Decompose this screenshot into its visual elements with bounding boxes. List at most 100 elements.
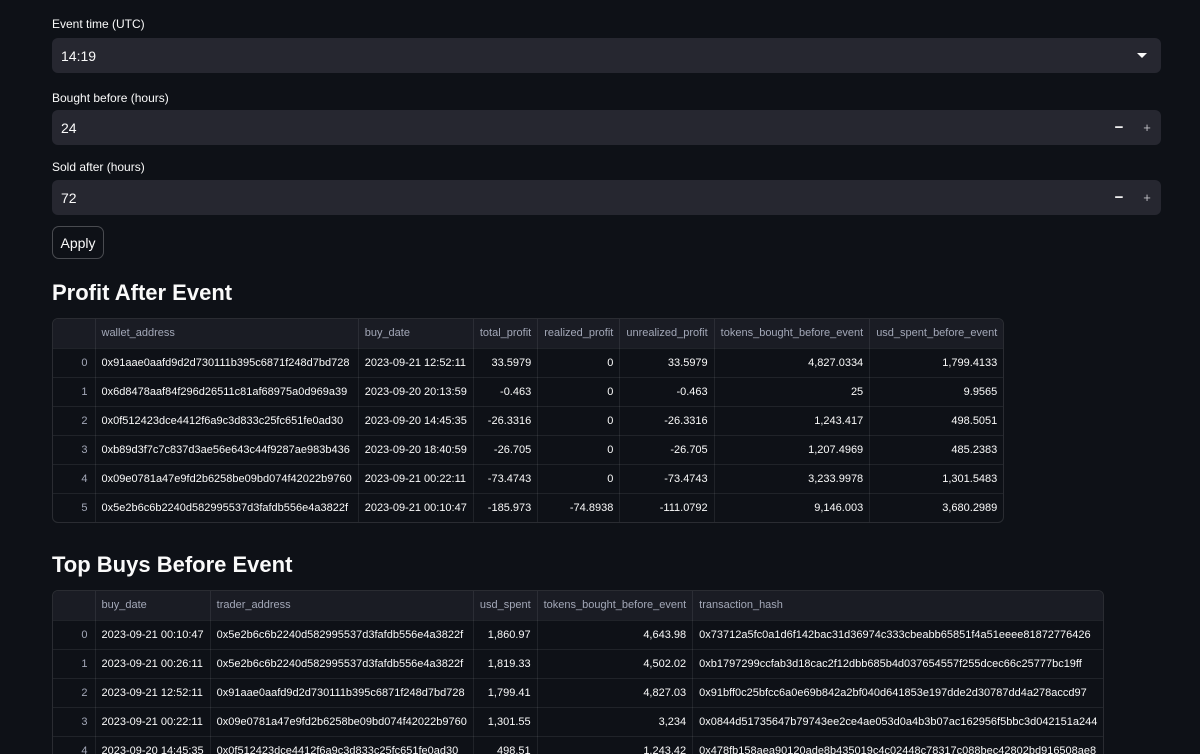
table-cell[interactable]: 1,799.4133 <box>869 348 1004 378</box>
table-row[interactable]: 3 0xb89d3f7c7c837d3ae56e643c44f9287ae983b… <box>53 435 1004 465</box>
table-cell[interactable]: 2023-09-21 00:10:47 <box>95 620 211 650</box>
decrement-button[interactable]: − <box>1105 180 1133 215</box>
table-cell[interactable]: 0x91bff0c25bfcc6a0e69b842a2bf040d641853e… <box>692 678 1104 708</box>
row-index[interactable]: 3 <box>53 707 96 737</box>
column-header[interactable]: tokens_bought_before_event <box>714 319 871 349</box>
table-cell[interactable]: 2023-09-21 00:22:11 <box>358 464 474 494</box>
table-cell[interactable]: 4,827.0334 <box>714 348 871 378</box>
table-cell[interactable]: 3,233.9978 <box>714 464 871 494</box>
column-header[interactable]: tokens_bought_before_event <box>537 591 694 621</box>
index-header[interactable] <box>53 319 96 349</box>
column-header[interactable]: trader_address <box>210 591 474 621</box>
table-cell[interactable]: 25 <box>714 377 871 407</box>
column-header[interactable]: buy_date <box>95 591 211 621</box>
column-header[interactable]: transaction_hash <box>692 591 1104 621</box>
table-cell[interactable]: 0x91aae0aafd9d2d730111b395c6871f248d7bd7… <box>210 678 474 708</box>
table-cell[interactable]: 9,146.003 <box>714 493 871 522</box>
chevron-down-icon[interactable] <box>1137 53 1147 58</box>
table-cell[interactable]: 0x09e0781a47e9fd2b6258be09bd074f42022b97… <box>210 707 474 737</box>
table-cell[interactable]: 3,234 <box>537 707 694 737</box>
table-cell[interactable]: 0x6d8478aaf84f296d26511c81af68975a0d969a… <box>95 377 359 407</box>
table-cell[interactable]: 2023-09-20 14:45:35 <box>95 736 211 754</box>
table-cell[interactable]: 2023-09-21 00:10:47 <box>358 493 474 522</box>
table-cell[interactable]: 1,819.33 <box>473 649 538 679</box>
table-cell[interactable]: 1,301.5483 <box>869 464 1004 494</box>
table-cell[interactable]: 4,643.98 <box>537 620 694 650</box>
table-cell[interactable]: 0 <box>537 435 621 465</box>
row-index[interactable]: 2 <box>53 678 96 708</box>
table-row[interactable]: 0 2023-09-21 00:10:47 0x5e2b6c6b2240d58299… <box>53 620 1104 650</box>
table-row[interactable]: 4 0x09e0781a47e9fd2b6258be09bd074f42022b9… <box>53 464 1004 494</box>
table-row[interactable]: 4 2023-09-20 14:45:35 0x0f512423dce4412f6a… <box>53 736 1103 754</box>
table-row[interactable]: 0 0x91aae0aafd9d2d730111b395c6871f248d7bd… <box>53 348 1004 378</box>
column-header[interactable]: buy_date <box>358 319 474 349</box>
table-cell[interactable]: -26.705 <box>619 435 715 465</box>
column-header[interactable]: wallet_address <box>95 319 359 349</box>
column-header[interactable]: usd_spent <box>473 591 538 621</box>
table-cell[interactable]: 3,680.2989 <box>870 493 1004 522</box>
table-cell[interactable]: 0x73712a5fc0a1d6f142bac31d36974c333cbeab… <box>692 620 1104 650</box>
table-cell[interactable]: 0x5e2b6c6b2240d582995537d3fafdb556e4a382… <box>210 649 474 679</box>
table-cell[interactable]: 0x0f512423dce4412f6a9c3d833c25fc651fe0ad… <box>95 406 359 436</box>
decrement-button[interactable]: − <box>1105 110 1133 145</box>
table-cell[interactable]: 4,827.03 <box>537 678 694 708</box>
table-row[interactable]: 2 0x0f512423dce4412f6a9c3d833c25fc651fe0a… <box>53 406 1004 436</box>
row-index[interactable]: 3 <box>53 435 96 465</box>
table-cell[interactable]: 2023-09-21 00:26:11 <box>95 649 211 679</box>
table-cell[interactable]: -111.0792 <box>619 493 715 522</box>
column-header[interactable]: realized_profit <box>537 319 621 349</box>
table-cell[interactable]: 0x91aae0aafd9d2d730111b395c6871f248d7bd7… <box>95 348 359 378</box>
table-cell[interactable]: -73.4743 <box>473 464 539 494</box>
table-cell[interactable]: 9.9565 <box>869 377 1004 407</box>
row-index[interactable]: 4 <box>53 464 96 494</box>
table-cell[interactable]: 1,860.97 <box>473 620 538 650</box>
table-cell[interactable]: -26.3316 <box>619 406 715 436</box>
table-cell[interactable]: -185.973 <box>473 493 539 522</box>
profit-table[interactable]: wallet_address buy_date total_profit realiz… <box>52 318 1005 523</box>
table-cell[interactable]: 1,243.42 <box>537 736 694 754</box>
table-cell[interactable]: 2023-09-21 12:52:11 <box>95 678 211 708</box>
table-row[interactable]: 1 2023-09-21 00:26:11 0x5e2b6c6b2240d58299… <box>53 649 1104 679</box>
table-cell[interactable]: -74.8938 <box>537 493 621 522</box>
bought-before-input[interactable]: 24 − + <box>52 110 1161 145</box>
increment-button[interactable]: + <box>1133 110 1161 145</box>
row-index[interactable]: 2 <box>53 406 96 436</box>
table-cell[interactable]: 33.5979 <box>619 348 715 378</box>
row-index[interactable]: 1 <box>53 649 96 679</box>
table-cell[interactable]: 485.2383 <box>869 435 1004 465</box>
table-cell[interactable]: 1,207.4969 <box>714 435 871 465</box>
table-row[interactable]: 2 2023-09-21 12:52:11 0x91aae0aafd9d2d7301… <box>53 678 1104 708</box>
table-cell[interactable]: 0x5e2b6c6b2240d582995537d3fafdb556e4a382… <box>95 493 359 522</box>
table-cell[interactable]: -73.4743 <box>619 464 715 494</box>
table-cell[interactable]: 2023-09-20 20:13:59 <box>358 377 474 407</box>
row-index[interactable]: 5 <box>53 493 96 522</box>
column-header[interactable]: usd_spent_before_event <box>869 319 1004 349</box>
table-cell[interactable]: 0x5e2b6c6b2240d582995537d3fafdb556e4a382… <box>210 620 474 650</box>
table-cell[interactable]: -26.3316 <box>473 406 539 436</box>
table-cell[interactable]: -26.705 <box>473 435 539 465</box>
column-header[interactable]: unrealized_profit <box>619 319 715 349</box>
table-cell[interactable]: 0 <box>537 377 621 407</box>
table-row[interactable]: 1 0x6d8478aaf84f296d26511c81af68975a0d969… <box>53 377 1004 407</box>
table-cell[interactable]: 498.51 <box>473 736 538 754</box>
row-index[interactable]: 0 <box>53 348 96 378</box>
table-cell[interactable]: -0.463 <box>619 377 715 407</box>
table-cell[interactable]: 0x478fb158aea90120ade8b435019c4c02448c78… <box>693 736 1104 754</box>
table-cell[interactable]: 0x0844d51735647b79743ee2ce4ae053d0a4b3b0… <box>692 707 1104 737</box>
column-header[interactable]: total_profit <box>473 319 539 349</box>
sold-after-input[interactable]: 72 − + <box>52 180 1161 215</box>
row-index[interactable]: 0 <box>53 620 96 650</box>
table-cell[interactable]: 2023-09-21 12:52:11 <box>358 348 474 378</box>
table-cell[interactable]: 0 <box>537 406 621 436</box>
buys-table[interactable]: buy_date trader_address usd_spent tokens_bo… <box>52 590 1105 754</box>
table-cell[interactable]: 498.5051 <box>869 406 1004 436</box>
table-row[interactable]: 3 2023-09-21 00:22:11 0x09e0781a47e9fd2b62… <box>53 707 1104 737</box>
table-cell[interactable]: 4,502.02 <box>537 649 694 679</box>
table-cell[interactable]: 0xb89d3f7c7c837d3ae56e643c44f9287ae983b4… <box>95 435 359 465</box>
table-cell[interactable]: 1,799.41 <box>473 678 538 708</box>
table-cell[interactable]: 2023-09-20 18:40:59 <box>358 435 474 465</box>
row-index[interactable]: 4 <box>53 736 96 754</box>
table-cell[interactable]: 0 <box>537 464 621 494</box>
table-cell[interactable]: 33.5979 <box>473 348 539 378</box>
event-time-select[interactable]: 14:19 <box>52 38 1161 73</box>
